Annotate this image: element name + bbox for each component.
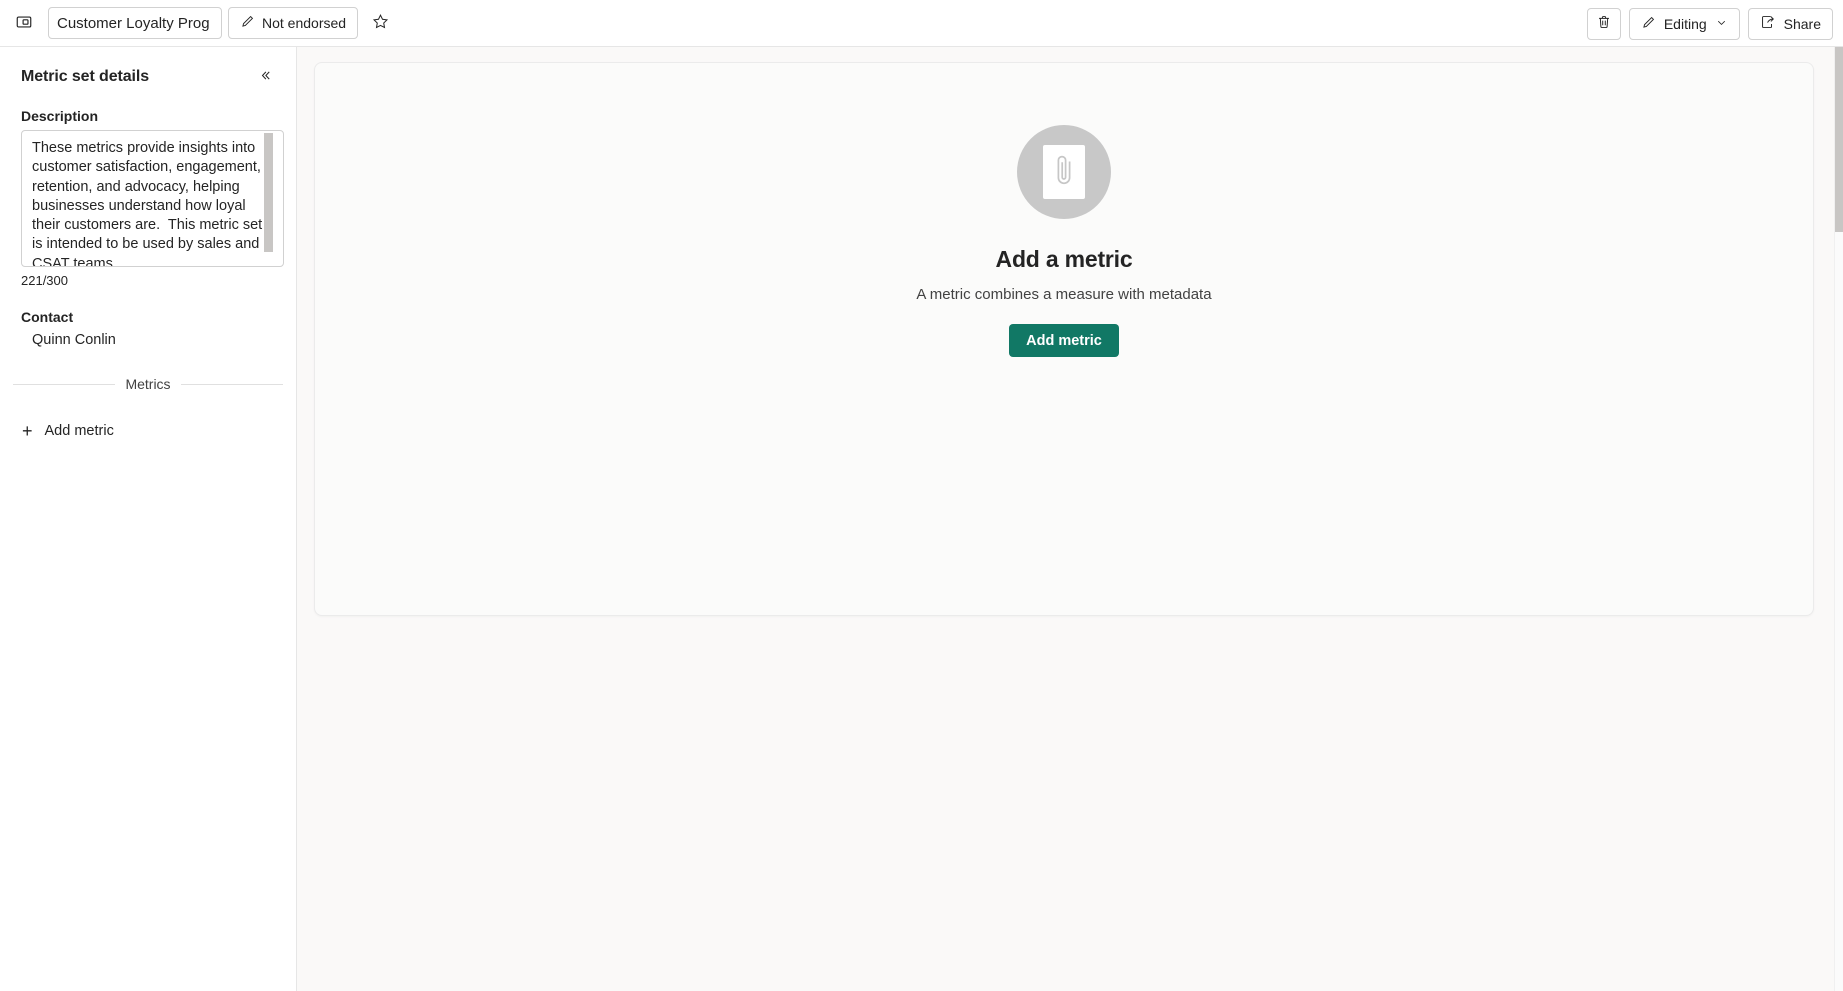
metrics-section-divider: Metrics <box>13 376 283 392</box>
sidebar-panel-icon <box>15 13 33 34</box>
empty-state: Add a metric A metric combines a measure… <box>315 125 1813 357</box>
share-icon <box>1760 14 1776 33</box>
sidebar-heading: Metric set details <box>21 68 150 85</box>
sidebar-header: Metric set details <box>0 47 296 90</box>
metric-set-details-sidebar: Metric set details Description These met… <box>0 47 297 991</box>
metric-set-title-text: Customer Loyalty Prog <box>57 14 210 32</box>
share-label: Share <box>1783 15 1821 32</box>
main-content-area: Add a metric A metric combines a measure… <box>298 47 1843 991</box>
sidebar-add-metric-button[interactable]: + Add metric <box>20 418 140 444</box>
top-bar-left-group: Customer Loyalty Prog Not endorsed <box>0 7 396 39</box>
description-label: Description <box>21 108 99 124</box>
description-scrollbar-thumb[interactable] <box>264 133 273 252</box>
description-char-counter: 221/300 <box>21 273 68 288</box>
editing-mode-button[interactable]: Editing <box>1628 7 1740 40</box>
contact-label: Contact <box>21 309 74 325</box>
sidebar-add-metric-label: Add metric <box>44 423 114 439</box>
divider-line-left <box>13 383 116 385</box>
top-bar-right-group: Editing Share <box>1586 0 1833 47</box>
empty-state-title: Add a metric <box>995 246 1133 272</box>
description-scrollbar[interactable] <box>264 131 273 266</box>
pencil-icon <box>1641 15 1656 33</box>
share-button[interactable]: Share <box>1747 7 1833 40</box>
divider-line-right <box>180 383 283 385</box>
endorsement-button[interactable]: Not endorsed <box>228 7 359 39</box>
plus-icon: + <box>22 421 33 441</box>
pencil-icon <box>240 14 255 32</box>
delete-button[interactable] <box>1586 7 1621 40</box>
illustration-sheet <box>1043 145 1085 199</box>
star-icon <box>372 13 389 33</box>
contact-value: Quinn Conlin <box>32 332 116 348</box>
metrics-divider-label: Metrics <box>125 376 171 392</box>
page-scrollbar[interactable] <box>1834 47 1843 991</box>
add-metric-button[interactable]: Add metric <box>1009 324 1119 357</box>
top-command-bar: Customer Loyalty Prog Not endorsed Editi… <box>0 0 1843 47</box>
metrics-empty-card: Add a metric A metric combines a measure… <box>314 62 1814 616</box>
editing-mode-label: Editing <box>1663 15 1707 32</box>
page-scrollbar-thumb[interactable] <box>1835 47 1843 232</box>
sidebar-toggle-button[interactable] <box>8 7 40 39</box>
empty-state-subtitle: A metric combines a measure with metadat… <box>916 286 1212 303</box>
paperclip-icon <box>1051 150 1077 195</box>
double-chevron-left-icon <box>258 68 273 87</box>
sidebar-collapse-button[interactable] <box>252 64 278 90</box>
trash-icon <box>1596 14 1612 33</box>
description-field-wrapper: These metrics provide insights into cust… <box>21 130 284 267</box>
description-textarea[interactable]: These metrics provide insights into cust… <box>21 130 284 267</box>
metric-set-title-input[interactable]: Customer Loyalty Prog <box>48 7 222 39</box>
favorite-button[interactable] <box>364 7 396 39</box>
chevron-down-icon <box>1715 16 1728 32</box>
empty-state-illustration <box>1017 125 1111 219</box>
endorsement-label: Not endorsed <box>262 15 347 31</box>
